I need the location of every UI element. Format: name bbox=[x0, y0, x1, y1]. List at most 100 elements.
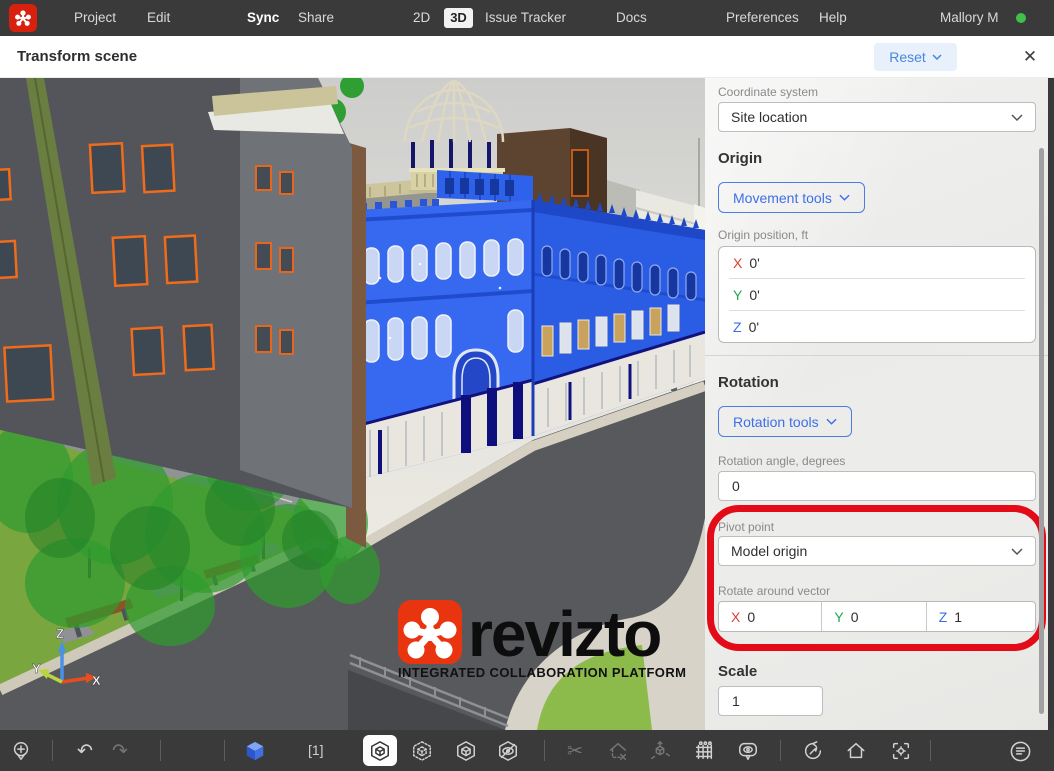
cube-hexagon-icon bbox=[369, 740, 391, 762]
hidden-objects-icon[interactable] bbox=[496, 739, 520, 763]
menu-bar: Project Edit Sync Share 2D 3D Issue Trac… bbox=[0, 0, 1054, 36]
vector-z-value: 1 bbox=[954, 609, 962, 625]
rotation-heading: Rotation bbox=[718, 374, 779, 391]
axis-z-label: Z bbox=[939, 609, 948, 625]
vector-z-field[interactable]: Z1 bbox=[927, 602, 1035, 631]
dialog-header: Transform scene Reset ✕ bbox=[0, 36, 1054, 78]
revizto-logo-mark bbox=[13, 8, 33, 28]
reset-button[interactable]: Reset bbox=[874, 43, 957, 71]
user-name[interactable]: Mallory M bbox=[940, 0, 999, 36]
movement-tools-button[interactable]: Movement tools bbox=[718, 182, 865, 213]
reset-appearance-icon[interactable] bbox=[801, 739, 825, 763]
origin-position-label: Origin position, ft bbox=[718, 228, 808, 242]
toolbar-divider bbox=[52, 740, 53, 761]
origin-y-value: 0' bbox=[749, 287, 759, 303]
ghost-objects-icon[interactable] bbox=[410, 739, 434, 763]
menu-sync[interactable]: Sync bbox=[247, 0, 279, 36]
rotation-angle-input[interactable]: 0 bbox=[718, 471, 1036, 501]
reset-label: Reset bbox=[889, 49, 926, 65]
menu-edit[interactable]: Edit bbox=[147, 0, 170, 36]
notes-icon[interactable] bbox=[1008, 739, 1032, 763]
origin-z-value: 0' bbox=[749, 319, 759, 335]
rotate-vector-label: Rotate around vector bbox=[718, 584, 830, 598]
revizto-app-icon[interactable] bbox=[9, 4, 37, 32]
rotation-angle-label: Rotation angle, degrees bbox=[718, 454, 845, 468]
user-status-dot bbox=[1016, 13, 1026, 23]
toolbar-divider bbox=[544, 740, 545, 761]
toolbar-divider bbox=[224, 740, 225, 761]
toolbar-divider bbox=[160, 740, 161, 761]
bottom-toolbar: ↶ ↷ [1] bbox=[0, 730, 1054, 771]
chevron-down-icon bbox=[932, 54, 942, 60]
watermark-brand: revizto bbox=[468, 598, 660, 670]
rotation-tools-button[interactable]: Rotation tools bbox=[718, 406, 852, 437]
scale-input[interactable]: 1 bbox=[718, 686, 823, 716]
axis-x-label: X bbox=[733, 255, 742, 271]
menu-project[interactable]: Project bbox=[74, 0, 116, 36]
dialog-title: Transform scene bbox=[17, 36, 137, 78]
axis-x-label: X bbox=[92, 673, 101, 688]
revizto-window: Project Edit Sync Share 2D 3D Issue Trac… bbox=[0, 0, 1054, 771]
pivot-point-label: Pivot point bbox=[718, 520, 774, 534]
coordinate-system-label: Coordinate system bbox=[718, 85, 818, 99]
chevron-down-icon bbox=[826, 418, 837, 425]
menu-preferences[interactable]: Preferences bbox=[726, 0, 799, 36]
rotate-vector-fields: X0 Y0 Z1 bbox=[718, 601, 1036, 632]
undo-icon[interactable]: ↶ bbox=[73, 739, 97, 763]
close-icon[interactable]: ✕ bbox=[1018, 45, 1042, 69]
origin-x-field[interactable]: X 0' bbox=[719, 247, 1035, 278]
pivot-point-select[interactable]: Model origin bbox=[718, 536, 1036, 566]
origin-z-field[interactable]: Z 0' bbox=[719, 311, 1035, 342]
focus-selection-icon[interactable] bbox=[889, 739, 913, 763]
menu-help[interactable]: Help bbox=[819, 0, 847, 36]
section-house-icon[interactable] bbox=[606, 739, 630, 763]
axis-x-label: X bbox=[731, 609, 740, 625]
axis-z-label: Z bbox=[733, 319, 742, 335]
scale-heading: Scale bbox=[718, 663, 757, 680]
markup-visibility-icon[interactable] bbox=[736, 739, 760, 763]
chevron-down-icon bbox=[839, 194, 850, 201]
scene-render: Z X Y revizto INTEGRATED COLLABORATION P… bbox=[0, 78, 705, 730]
menu-issue-tracker[interactable]: Issue Tracker bbox=[485, 0, 566, 36]
chevron-down-icon bbox=[1011, 548, 1023, 555]
menu-share[interactable]: Share bbox=[298, 0, 334, 36]
axis-y-label: Y bbox=[834, 609, 843, 625]
grid-icon[interactable] bbox=[692, 739, 716, 763]
viewpoint-count[interactable]: [1] bbox=[308, 730, 324, 771]
location-pin-icon[interactable] bbox=[9, 739, 33, 763]
mode-3d-button-active[interactable]: 3D bbox=[444, 8, 473, 28]
move-object-icon[interactable] bbox=[648, 739, 672, 763]
origin-position-fields: X 0' Y 0' Z 0' bbox=[718, 246, 1036, 343]
navigation-cube-icon[interactable] bbox=[243, 739, 267, 763]
revizto-watermark: revizto INTEGRATED COLLABORATION PLATFOR… bbox=[398, 598, 686, 680]
pivot-point-value: Model origin bbox=[731, 543, 807, 559]
window-edge bbox=[1048, 78, 1054, 730]
viewport-3d[interactable]: Z X Y revizto INTEGRATED COLLABORATION P… bbox=[0, 78, 705, 730]
vector-x-field[interactable]: X0 bbox=[719, 602, 822, 631]
axis-y-label: Y bbox=[32, 661, 41, 676]
rotation-tools-label: Rotation tools bbox=[733, 414, 819, 430]
watermark-tagline: INTEGRATED COLLABORATION PLATFORM bbox=[398, 665, 686, 680]
vector-y-field[interactable]: Y0 bbox=[822, 602, 926, 631]
axis-z-label: Z bbox=[56, 626, 64, 641]
show-all-objects-icon[interactable] bbox=[454, 739, 478, 763]
origin-y-field[interactable]: Y 0' bbox=[719, 279, 1035, 310]
cut-scissors-icon[interactable]: ✂ bbox=[563, 739, 587, 763]
home-view-icon[interactable] bbox=[844, 739, 868, 763]
origin-x-value: 0' bbox=[749, 255, 759, 271]
isolate-objects-button-active[interactable] bbox=[363, 735, 397, 766]
toolbar-divider bbox=[780, 740, 781, 761]
vector-y-value: 0 bbox=[851, 609, 859, 625]
redo-icon[interactable]: ↷ bbox=[108, 739, 132, 763]
vector-x-value: 0 bbox=[747, 609, 755, 625]
toolbar-divider bbox=[930, 740, 931, 761]
origin-heading: Origin bbox=[718, 150, 762, 167]
scale-value: 1 bbox=[732, 693, 740, 709]
coordinate-system-select[interactable]: Site location bbox=[718, 102, 1036, 132]
mode-2d-button[interactable]: 2D bbox=[413, 0, 430, 36]
coordinate-system-value: Site location bbox=[731, 109, 807, 125]
panel-scrollbar[interactable] bbox=[1039, 148, 1044, 714]
chevron-down-icon bbox=[1011, 114, 1023, 121]
menu-docs[interactable]: Docs bbox=[616, 0, 647, 36]
axis-y-label: Y bbox=[733, 287, 742, 303]
